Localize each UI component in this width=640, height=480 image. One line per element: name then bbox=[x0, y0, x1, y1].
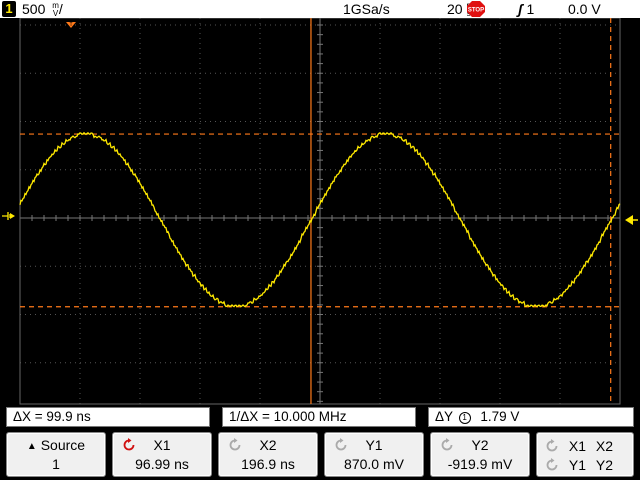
vertical-scale[interactable]: 500 m V / bbox=[22, 0, 63, 18]
source-softkey[interactable]: ▲ Source 1 bbox=[6, 432, 106, 477]
delta-y-label: ΔY bbox=[435, 409, 453, 424]
delta-y-readout: ΔY 1 1.79 V bbox=[428, 407, 634, 427]
y2-softkey[interactable]: Y2 -919.9 mV bbox=[430, 432, 530, 477]
ground-marker-icon[interactable] bbox=[2, 212, 15, 220]
vertical-unit-bottom: V bbox=[52, 9, 59, 19]
y2-softkey-label: Y2 bbox=[471, 437, 489, 453]
waveform-display[interactable]: T bbox=[0, 18, 640, 406]
x1-softkey-label: X1 bbox=[153, 437, 171, 453]
x1-softkey[interactable]: X1 96.99 ns bbox=[112, 432, 212, 477]
trigger-level: 0.0 V bbox=[568, 1, 601, 17]
link-row-y: Y1 Y2 bbox=[545, 456, 629, 474]
stop-icon[interactable]: STOP bbox=[467, 1, 485, 17]
y1-softkey-value: 870.0 mV bbox=[344, 456, 404, 472]
x2-softkey-label: X2 bbox=[259, 437, 277, 453]
source-softkey-value: 1 bbox=[52, 456, 60, 472]
y1-softkey[interactable]: Y1 870.0 mV bbox=[324, 432, 424, 477]
sample-rate: 1GSa/s bbox=[343, 1, 390, 17]
delta-x-readout: ΔX = 99.9 ns bbox=[6, 407, 210, 427]
softkey-bar: ▲ Source 1 X1 96.99 ns X2 196.9 ns Y1 87… bbox=[0, 430, 640, 480]
status-bar: 1 500 m V / 1GSa/s 20 n s / STOP ʃ1 0.0 … bbox=[0, 0, 640, 18]
time-scale-value: 20 bbox=[447, 1, 463, 17]
source-softkey-label: Source bbox=[40, 437, 86, 453]
link-y1-label: Y1 bbox=[568, 457, 587, 473]
link-row-x: X1 X2 bbox=[545, 437, 629, 455]
link-y2-label: Y2 bbox=[595, 457, 614, 473]
svg-text:STOP: STOP bbox=[468, 8, 484, 14]
vertical-scale-value: 500 bbox=[22, 1, 46, 17]
x2-softkey[interactable]: X2 196.9 ns bbox=[218, 432, 318, 477]
link-x2-label: X2 bbox=[595, 438, 614, 454]
delta-y-channel-icon: 1 bbox=[458, 412, 471, 424]
cursor-measurements: ΔX = 99.9 ns 1/ΔX = 10.000 MHz ΔY 1 1.79… bbox=[0, 407, 640, 427]
up-arrow-icon: ▲ bbox=[26, 441, 37, 452]
slash-glyph: / bbox=[58, 1, 63, 17]
x2-softkey-value: 196.9 ns bbox=[241, 456, 295, 472]
source-softkey-label-row: ▲ Source bbox=[7, 437, 105, 455]
knob-icon bbox=[546, 439, 558, 452]
inverse-delta-x-readout: 1/ΔX = 10.000 MHz bbox=[222, 407, 416, 427]
link-x1-label: X1 bbox=[568, 438, 587, 454]
y1-softkey-label: Y1 bbox=[365, 437, 383, 453]
trigger-source: 1 bbox=[526, 1, 535, 17]
y2-softkey-value: -919.9 mV bbox=[447, 456, 513, 472]
x1-softkey-value: 96.99 ns bbox=[135, 456, 189, 472]
vertical-scale-unit: m V bbox=[52, 2, 59, 18]
knob-icon bbox=[546, 458, 558, 471]
channel-badge[interactable]: 1 bbox=[2, 1, 16, 17]
cursor-link-softkey[interactable]: X1 X2 Y1 Y2 bbox=[536, 432, 634, 477]
svg-text:T: T bbox=[69, 22, 72, 28]
trigger-level-marker-icon[interactable] bbox=[625, 215, 638, 225]
rising-edge-icon: ʃ bbox=[518, 1, 523, 17]
delta-y-value: 1.79 V bbox=[480, 409, 520, 424]
trigger-setting[interactable]: ʃ1 bbox=[518, 0, 534, 18]
